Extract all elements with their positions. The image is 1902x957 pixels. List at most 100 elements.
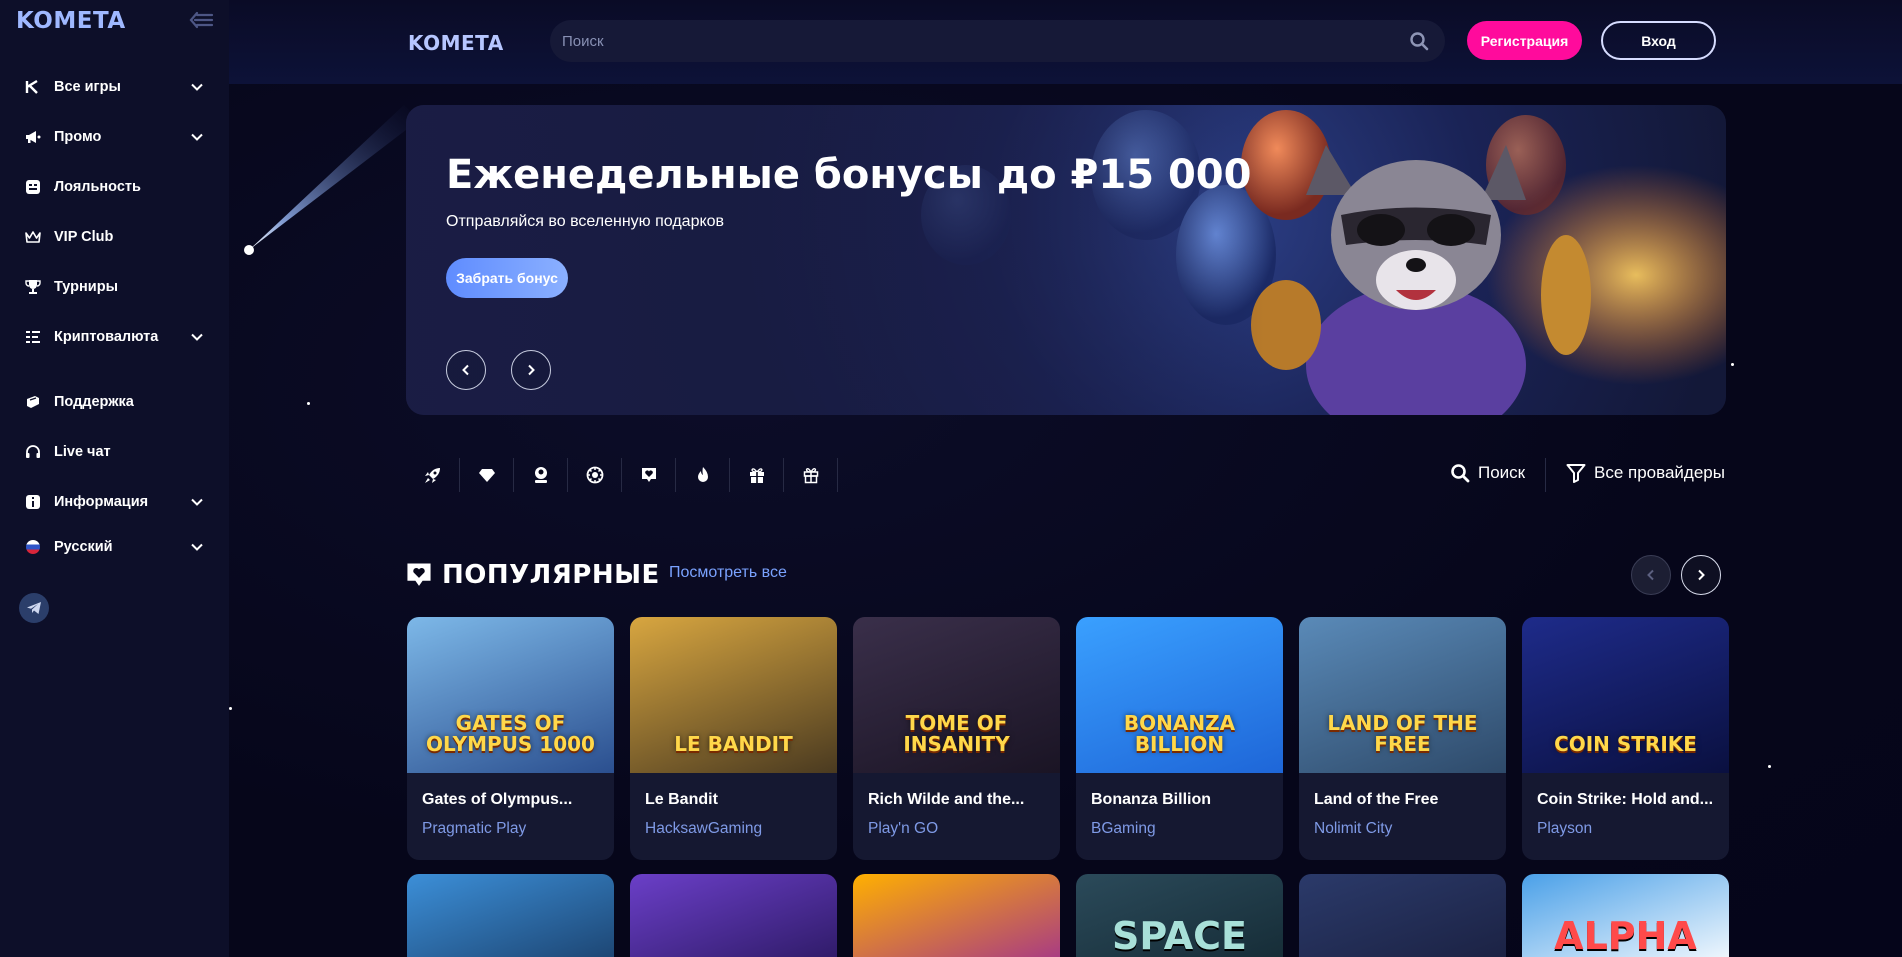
filter-icon (1566, 464, 1586, 483)
game-title: Le Bandit (645, 791, 718, 808)
megaphone-icon (24, 128, 42, 146)
chevron-down-icon (191, 333, 203, 341)
game-thumbnail[interactable]: COIN STRIKE (1522, 617, 1729, 773)
category-diamond[interactable] (460, 458, 514, 492)
heart-badge-icon (641, 468, 656, 482)
support-icon (24, 393, 42, 411)
info-icon (24, 493, 42, 511)
sidebar-item-promo[interactable]: Промо (0, 117, 229, 157)
search-input[interactable] (562, 32, 1382, 50)
category-gifts[interactable] (784, 458, 838, 492)
search-icon (1451, 464, 1470, 483)
banner-prev-button[interactable] (446, 350, 486, 390)
category-bonus[interactable] (730, 458, 784, 492)
chevron-left-icon (1647, 569, 1654, 581)
search-bar[interactable] (550, 20, 1445, 62)
game-card[interactable]: LAND OF THE FREE Land of the Free Nolimit … (1299, 617, 1506, 860)
game-thumbnail[interactable]: LE BANDIT (630, 617, 837, 773)
banner-next-button[interactable] (511, 350, 551, 390)
game-art-text: BONANZA BILLION (1123, 711, 1236, 756)
loyalty-card-icon (24, 178, 42, 196)
game-card[interactable]: TOME OF INSANITY Rich Wilde and the... Pla… (853, 617, 1060, 860)
game-card[interactable] (630, 874, 837, 957)
sidebar-item-label: Лояльность (54, 179, 141, 195)
category-rocket[interactable] (406, 458, 460, 492)
gift-box-icon (749, 468, 764, 483)
trophy-icon (24, 278, 42, 296)
category-bar (406, 455, 838, 495)
category-live[interactable] (514, 458, 568, 492)
login-button[interactable]: Вход (1601, 21, 1716, 60)
sidebar-item-loyalty[interactable]: Лояльность (0, 167, 229, 207)
game-card[interactable]: GATES OF OLYMPUS 1000 Gates of Olympus...… (407, 617, 614, 860)
game-card[interactable]: COIN STRIKE Coin Strike: Hold and... Plays… (1522, 617, 1729, 860)
popular-section-header: ПОПУЛЯРНЫЕ (406, 560, 660, 590)
game-art-text: COIN STRIKE (1554, 732, 1697, 756)
providers-filter-button[interactable]: Все провайдеры (1566, 463, 1725, 483)
category-hot[interactable] (676, 458, 730, 492)
main-content: KOMETA Регистрация Вход (229, 0, 1902, 957)
game-card[interactable]: SPACE (1076, 874, 1283, 957)
star-decoration (1768, 765, 1771, 768)
divider (1545, 458, 1546, 492)
sidebar-item-vip-club[interactable]: VIP Club (0, 217, 229, 257)
chevron-right-icon (528, 364, 535, 376)
see-all-link[interactable]: Посмотреть все (669, 564, 787, 582)
game-thumbnail[interactable]: BONANZA BILLION (1076, 617, 1283, 773)
game-card[interactable]: LE BANDIT Le Bandit HacksawGaming (630, 617, 837, 860)
sidebar-item-label: VIP Club (54, 229, 114, 245)
chevron-left-icon (462, 364, 469, 376)
sidebar-item-language[interactable]: Русский (0, 527, 229, 567)
category-roulette[interactable] (568, 458, 622, 492)
gift-icon (803, 468, 818, 484)
game-provider: BGaming (1091, 820, 1156, 837)
star-decoration (229, 707, 232, 710)
crown-icon (24, 228, 42, 246)
games-search-button[interactable]: Поиск (1450, 463, 1525, 483)
claim-bonus-button[interactable]: Забрать бонус (446, 258, 568, 298)
game-art-text: LE BANDIT (674, 732, 793, 756)
chevron-down-icon (191, 133, 203, 141)
header-logo[interactable]: KOMETA (408, 31, 504, 55)
collapse-sidebar-icon[interactable] (188, 10, 214, 30)
sidebar-item-label: Промо (54, 129, 102, 145)
search-icon[interactable] (1409, 31, 1429, 51)
telegram-icon (27, 602, 41, 614)
popular-prev-button[interactable] (1631, 555, 1671, 595)
game-card[interactable]: BONANZA BILLION Bonanza Billion BGaming (1076, 617, 1283, 860)
game-title: Land of the Free (1314, 791, 1439, 808)
sidebar-item-info[interactable]: Информация (0, 482, 229, 522)
sidebar-item-tournaments[interactable]: Турниры (0, 267, 229, 307)
telegram-button[interactable] (19, 593, 49, 623)
promo-banner[interactable]: Еженедельные бонусы до ₽15 000 Отправляй… (406, 105, 1726, 415)
popular-next-button[interactable] (1681, 555, 1721, 595)
game-card[interactable] (1299, 874, 1506, 957)
star-decoration (1731, 363, 1734, 366)
game-provider: Pragmatic Play (422, 820, 527, 837)
game-card[interactable] (407, 874, 614, 957)
category-favorites[interactable] (622, 458, 676, 492)
game-thumbnail[interactable]: LAND OF THE FREE (1299, 617, 1506, 773)
game-card[interactable] (853, 874, 1060, 957)
register-button[interactable]: Регистрация (1467, 21, 1582, 60)
sidebar-item-support[interactable]: Поддержка (0, 382, 229, 422)
game-thumbnail[interactable]: TOME OF INSANITY (853, 617, 1060, 773)
chevron-down-icon (191, 83, 203, 91)
chevron-down-icon (191, 498, 203, 506)
sidebar-logo[interactable]: KOMETA (16, 8, 126, 34)
game-card[interactable]: ALPHA (1522, 874, 1729, 957)
rocket-icon (424, 468, 440, 483)
game-thumbnail[interactable]: GATES OF OLYMPUS 1000 (407, 617, 614, 773)
sidebar-item-live-chat[interactable]: Live чат (0, 432, 229, 472)
sidebar-item-label: Русский (54, 539, 113, 555)
sidebar-item-label: Криптовалюта (54, 329, 159, 345)
sidebar-item-label: Live чат (54, 444, 111, 460)
game-art-text: GATES OF OLYMPUS 1000 (426, 711, 595, 756)
sidebar-item-all-games[interactable]: Все игры (0, 67, 229, 107)
game-art-text: SPACE (1112, 914, 1247, 957)
game-provider: Nolimit City (1314, 820, 1393, 837)
sidebar-item-crypto[interactable]: Криптовалюта (0, 317, 229, 357)
game-art-text: TOME OF INSANITY (903, 711, 1010, 756)
game-title: Coin Strike: Hold and... (1537, 791, 1714, 808)
russia-flag-icon (24, 538, 42, 556)
